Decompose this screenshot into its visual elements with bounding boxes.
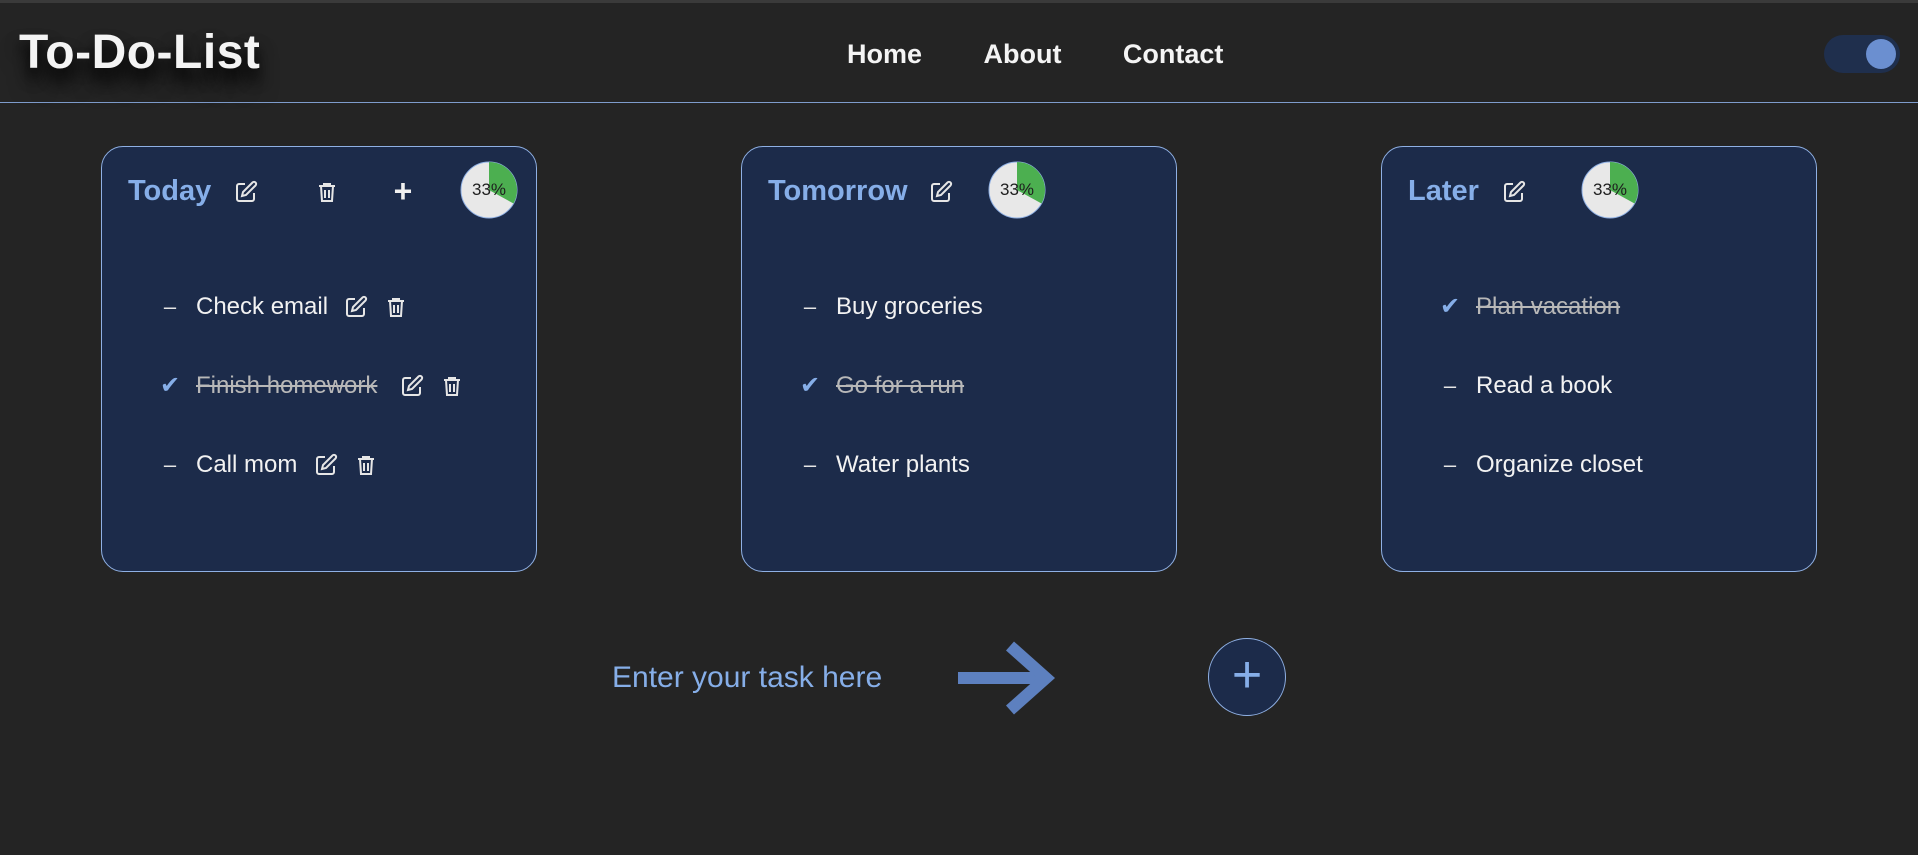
trash-icon[interactable] [313, 178, 341, 206]
list-card-later: Later 33% ✔ Plan vacation – Read a book … [1381, 146, 1817, 572]
nav-about-link[interactable]: About [983, 39, 1061, 70]
pending-dash-icon[interactable]: – [798, 445, 822, 485]
pending-dash-icon[interactable]: – [158, 445, 182, 485]
nav-home-link[interactable]: Home [847, 39, 922, 70]
task-text: Go for a run [836, 372, 965, 399]
pending-dash-icon[interactable]: – [798, 287, 822, 327]
pending-dash-icon[interactable]: – [158, 287, 182, 327]
task-text: Water plants [836, 451, 970, 478]
nav-contact-link[interactable]: Contact [1123, 39, 1224, 70]
card-title: Today [128, 175, 212, 207]
list-card-tomorrow: Tomorrow 33% – Buy groceries ✔ Go for a … [741, 146, 1177, 572]
check-icon[interactable]: ✔ [1438, 287, 1462, 327]
pending-dash-icon[interactable]: – [1438, 366, 1462, 406]
task-text: Buy groceries [836, 293, 983, 320]
task-actions [390, 372, 466, 403]
check-icon[interactable]: ✔ [798, 366, 822, 406]
task-text: Call mom [196, 451, 298, 478]
task-text: Check email [196, 293, 329, 320]
main-nav: Home About Contact [847, 39, 1280, 70]
progress-label: 33% [999, 180, 1035, 199]
trash-icon[interactable] [438, 372, 466, 400]
task-actions [334, 293, 410, 324]
edit-icon[interactable] [1500, 178, 1528, 206]
app-logo: To-Do-List [19, 26, 261, 79]
edit-icon[interactable] [398, 372, 426, 400]
add-task-button[interactable]: + [1208, 638, 1286, 716]
task-text: Plan vacation [1476, 293, 1621, 320]
trash-icon[interactable] [352, 451, 380, 479]
task-text: Organize closet [1476, 451, 1643, 478]
progress-label: 33% [471, 180, 507, 199]
progress-pie: 33% [988, 161, 1046, 219]
arrow-right-icon [958, 641, 1056, 715]
task-text: Read a book [1476, 372, 1613, 399]
edit-icon[interactable] [232, 178, 260, 206]
progress-pie: 33% [460, 161, 518, 219]
progress-pie: 33% [1581, 161, 1639, 219]
plus-icon[interactable]: + [389, 175, 417, 207]
pending-dash-icon[interactable]: – [1438, 445, 1462, 485]
check-icon[interactable]: ✔ [158, 366, 182, 406]
card-title: Tomorrow [768, 175, 908, 207]
trash-icon[interactable] [382, 293, 410, 321]
card-title: Later [1408, 175, 1479, 207]
new-task-input[interactable] [610, 652, 914, 704]
toggle-knob [1866, 39, 1896, 69]
list-card-today: Today + 33% – Check email ✔ Finish homew… [101, 146, 537, 572]
edit-icon[interactable] [312, 451, 340, 479]
progress-label: 33% [1592, 180, 1628, 199]
edit-icon[interactable] [342, 293, 370, 321]
task-text: Finish homework [196, 372, 378, 399]
navbar: To-Do-List Home About Contact [0, 3, 1918, 103]
edit-icon[interactable] [927, 178, 955, 206]
task-actions [304, 451, 380, 482]
theme-toggle[interactable] [1824, 35, 1900, 73]
